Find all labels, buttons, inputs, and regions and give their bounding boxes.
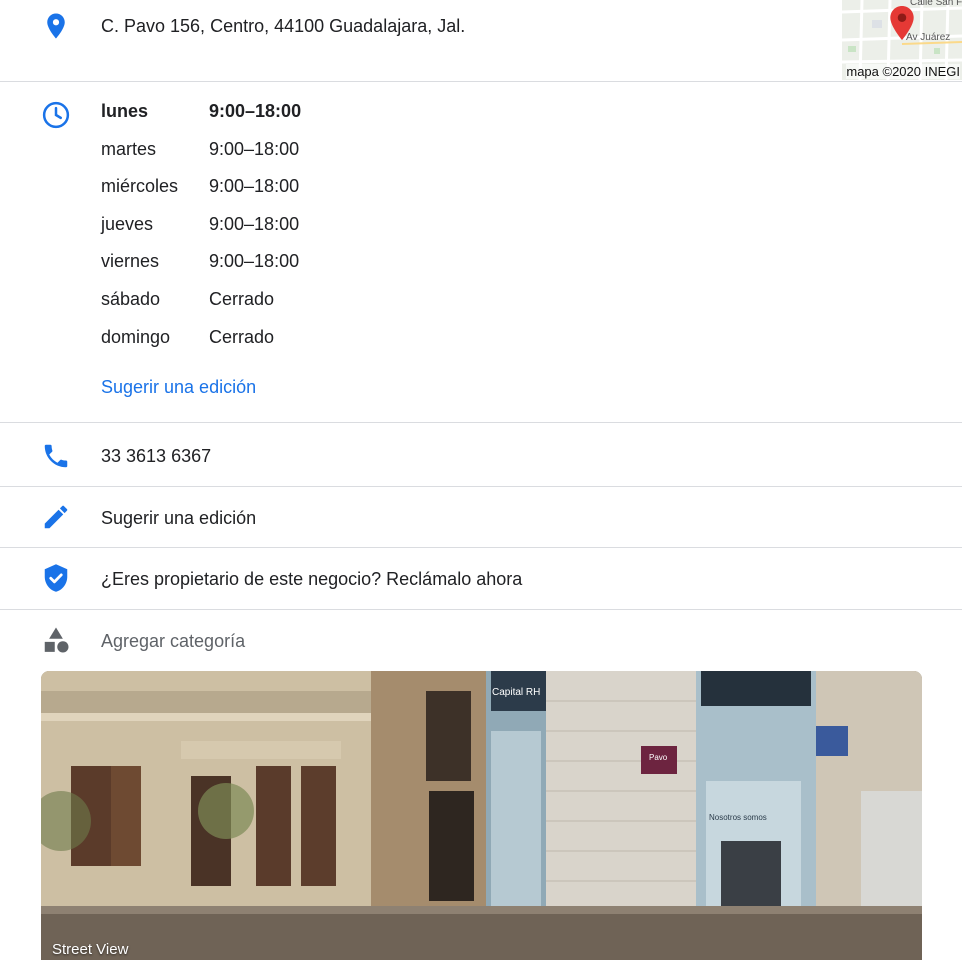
street-sign: Capital RH <box>492 687 541 698</box>
hours-time: 9:00–18:00 <box>209 213 300 234</box>
clock-icon <box>42 101 70 129</box>
street-sign: Nosotros somos <box>709 813 767 822</box>
hours-time: 9:00–18:00 <box>209 176 300 197</box>
map-pin-icon <box>890 6 914 40</box>
location-pin-icon <box>47 13 65 39</box>
category-shapes-icon <box>44 627 69 653</box>
day-label: martes <box>101 138 157 159</box>
address-row[interactable]: C. Pavo 156, Centro, 44100 Guadalajara, … <box>0 0 962 81</box>
verified-shield-icon <box>44 564 68 592</box>
street-view-image[interactable]: Capital RH Pavo Nosotros somos Street Vi… <box>41 671 922 960</box>
address-text: C. Pavo 156, Centro, 44100 Guadalajara, … <box>101 16 466 36</box>
day-label: sábado <box>101 288 161 309</box>
day-label: jueves <box>101 213 154 234</box>
street-view-photo <box>41 671 922 960</box>
claim-business-row[interactable]: ¿Eres propietario de este negocio? Reclá… <box>0 548 962 609</box>
map-thumbnail[interactable]: Calle San F Av Juárez mapa ©2020 INEGI <box>842 0 962 80</box>
hours-time: Cerrado <box>209 326 275 347</box>
pencil-icon <box>44 505 68 529</box>
add-category-label: Agregar categoría <box>101 631 246 651</box>
day-label: lunes <box>101 101 149 121</box>
street-sign: Pavo <box>649 753 668 762</box>
phone-icon <box>44 444 68 468</box>
add-category-row[interactable]: Agregar categoría <box>0 610 962 668</box>
street-view-label: Street View <box>52 941 129 958</box>
suggest-edit-label: Sugerir una edición <box>101 508 257 528</box>
phone-number: 33 3613 6367 <box>101 446 212 466</box>
map-credit: mapa ©2020 INEGI <box>846 64 960 79</box>
day-label: miércoles <box>101 176 179 197</box>
hours-time: 9:00–18:00 <box>209 251 300 272</box>
hours-time: Cerrado <box>209 288 275 309</box>
map-street-label: Calle San F <box>910 0 962 8</box>
hours-time: 9:00–18:00 <box>209 101 302 121</box>
suggest-edit-row[interactable]: Sugerir una edición <box>0 487 962 547</box>
day-label: viernes <box>101 251 160 272</box>
suggest-hours-edit-link[interactable]: Sugerir una edición <box>101 376 256 398</box>
phone-row[interactable]: 33 3613 6367 <box>0 423 962 486</box>
day-label: domingo <box>101 326 171 347</box>
hours-time: 9:00–18:00 <box>209 138 300 159</box>
claim-business-text: ¿Eres propietario de este negocio? Reclá… <box>101 569 523 589</box>
